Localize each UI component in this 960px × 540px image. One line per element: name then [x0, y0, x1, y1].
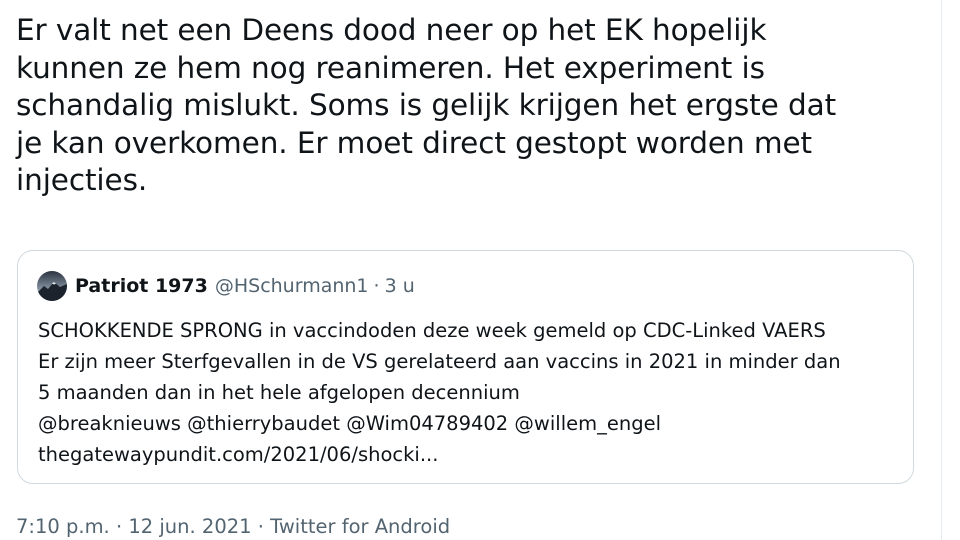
tweet-source[interactable]: Twitter for Android: [270, 515, 450, 538]
quoted-line: Er zijn meer Sterfgevallen in de VS gere…: [38, 350, 841, 373]
quoted-author-name[interactable]: Patriot 1973: [75, 275, 208, 297]
quoted-link-line: thegatewaypundit.com/2021/06/shocki...: [38, 443, 439, 466]
avatar[interactable]: [37, 271, 67, 301]
mountain-avatar-icon: [37, 271, 67, 301]
tweet-metadata: 7:10 p.m. · 12 jun. 2021 · Twitter for A…: [16, 515, 450, 538]
tweet-page: Er valt net een Deens dood neer op het E…: [0, 0, 960, 540]
header-separator: ·: [373, 275, 380, 297]
quoted-tweet-header: Patriot 1973 @HSchurmann1 · 3 u: [37, 271, 415, 301]
meta-separator: ·: [115, 515, 123, 538]
quoted-tweet-body: SCHOKKENDE SPRONG in vaccindoden deze we…: [38, 315, 898, 470]
tweet-time[interactable]: 7:10 p.m.: [16, 515, 110, 538]
quoted-tweet-time[interactable]: 3 u: [385, 275, 415, 297]
timeline-border: [941, 0, 942, 540]
quoted-line: 5 maanden dan in het hele afgelopen dece…: [38, 381, 520, 404]
quoted-author-handle[interactable]: @HSchurmann1: [215, 275, 369, 297]
quoted-tweet-card[interactable]: Patriot 1973 @HSchurmann1 · 3 u SCHOKKEN…: [17, 250, 914, 484]
tweet-date[interactable]: 12 jun. 2021: [128, 515, 251, 538]
quoted-mentions-line: @breaknieuws @thierrybaudet @Wim04789402…: [38, 412, 662, 435]
quoted-line: SCHOKKENDE SPRONG in vaccindoden deze we…: [38, 319, 826, 342]
tweet-text: Er valt net een Deens dood neer op het E…: [16, 13, 837, 197]
meta-separator: ·: [257, 515, 264, 538]
